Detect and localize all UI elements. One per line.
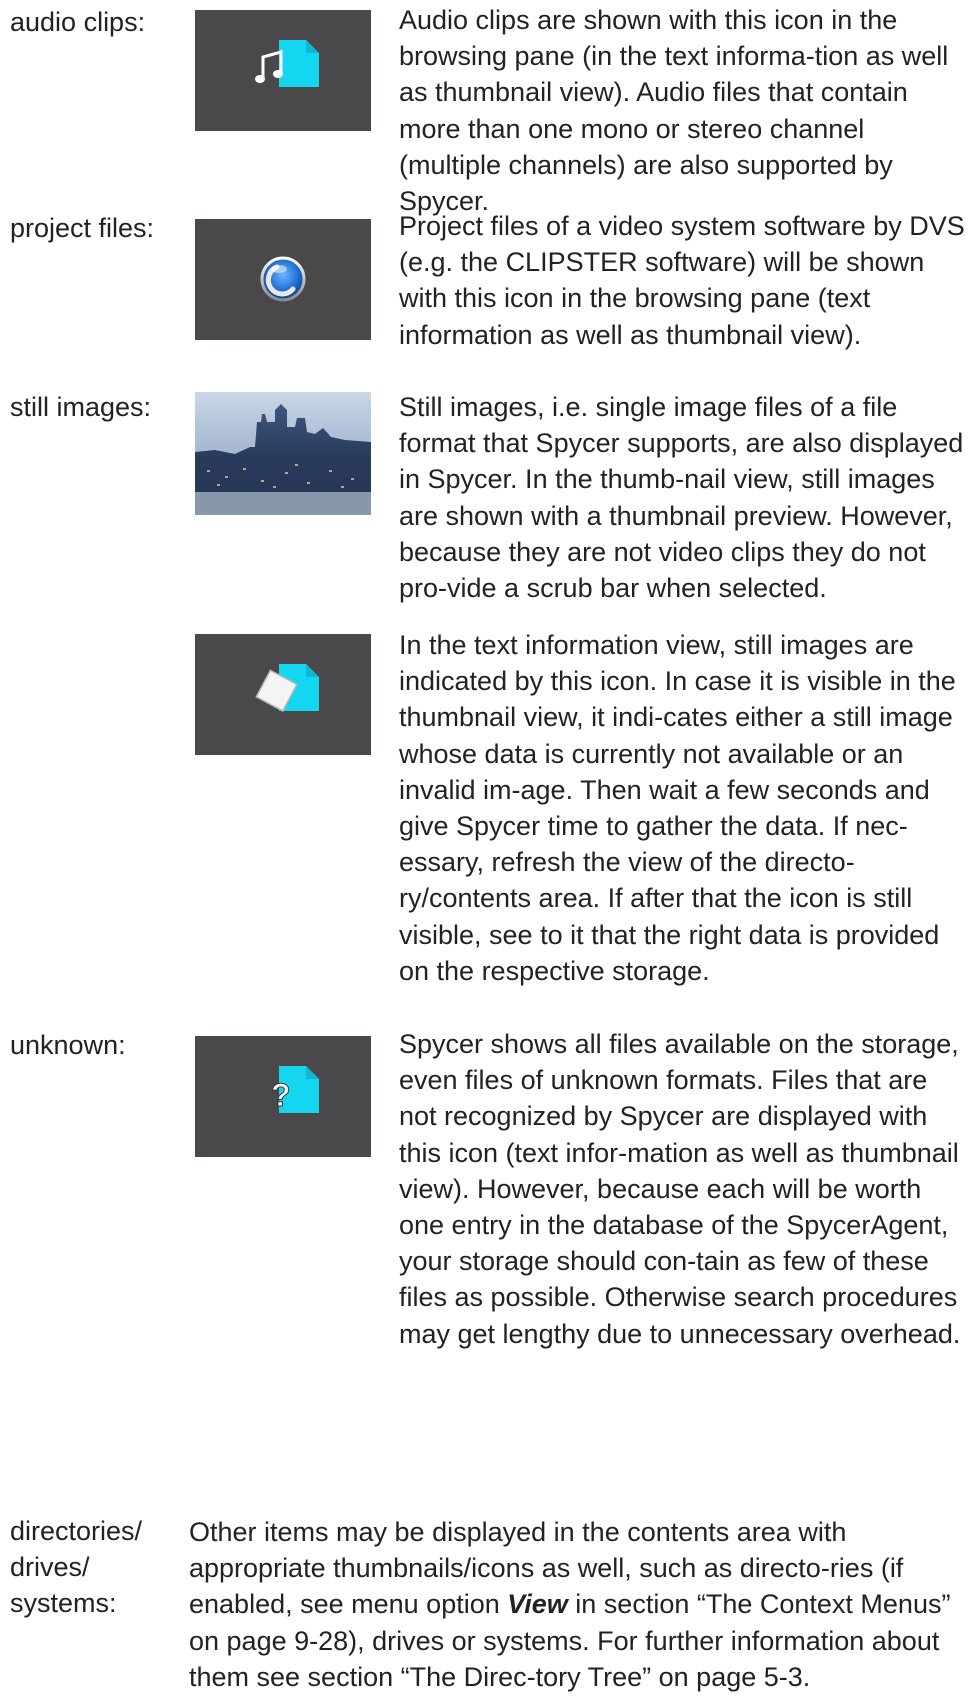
description-still-images: Still images, i.e. single image files of…: [399, 392, 964, 604]
label-directories-drives-systems: directories/ drives/ systems:: [10, 1516, 143, 1618]
still-image-file-icon: [255, 664, 319, 712]
label-project-files: project files:: [10, 213, 155, 243]
description-still-image-icon: In the text information view, still imag…: [399, 630, 956, 986]
city-thumbnail-image: [195, 392, 371, 515]
project-file-icon: [260, 256, 306, 302]
audio-file-thumbnail: [195, 10, 371, 131]
label-audio-clips: audio clips:: [10, 7, 146, 37]
label-still-images: still images:: [10, 392, 152, 422]
audio-file-icon: [255, 40, 319, 87]
svg-text:?: ?: [271, 1077, 291, 1113]
still-image-file-thumbnail: [195, 634, 371, 755]
unknown-file-thumbnail: ?: [195, 1036, 371, 1157]
description-unknown: Spycer shows all files available on the …: [399, 1029, 961, 1349]
unknown-file-icon: ?: [271, 1066, 319, 1114]
description-directories: Other items may be displayed in the cont…: [189, 1514, 969, 1695]
view-menu-option: View: [507, 1589, 568, 1620]
description-project-files: Project files of a video system software…: [399, 211, 965, 350]
project-file-thumbnail: [195, 219, 371, 340]
still-image-thumbnail: [195, 392, 371, 515]
label-unknown: unknown:: [10, 1030, 126, 1060]
description-audio-clips: Audio clips are shown with this icon in …: [399, 5, 949, 217]
